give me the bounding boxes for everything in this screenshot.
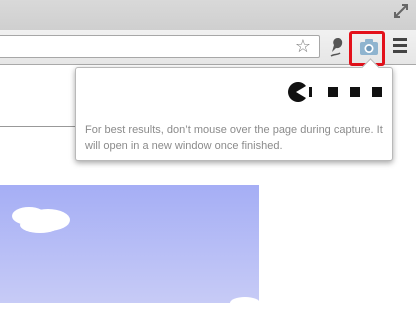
sky-image xyxy=(0,185,260,309)
popup-message: For best results, don’t mouse over the p… xyxy=(85,124,383,152)
cloud-shape xyxy=(20,217,60,233)
cloud-shape xyxy=(230,297,260,309)
star-icon[interactable]: ☆ xyxy=(293,37,313,57)
address-bar[interactable] xyxy=(0,35,320,58)
pacman-loader-icon xyxy=(288,82,382,102)
capture-popup: For best results, don’t mouse over the p… xyxy=(75,58,393,161)
hamburger-menu-icon[interactable] xyxy=(393,38,407,54)
page-divider xyxy=(0,126,78,127)
address-input[interactable] xyxy=(3,38,287,57)
camera-icon[interactable] xyxy=(359,38,379,56)
resize-icon[interactable] xyxy=(392,2,410,20)
tab-strip xyxy=(0,0,416,30)
pen-extension-icon[interactable] xyxy=(328,36,348,58)
